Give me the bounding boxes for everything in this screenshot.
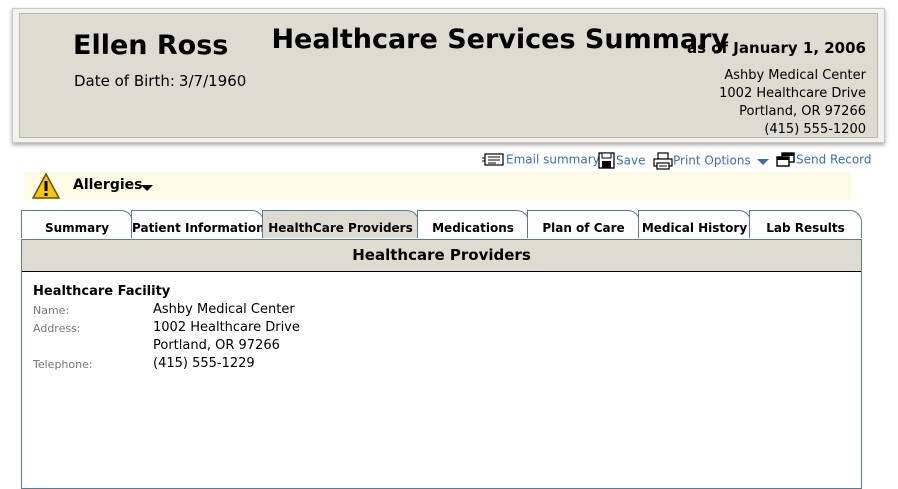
send-record-icon — [776, 152, 795, 167]
print-options-button[interactable]: Print Options — [653, 152, 771, 170]
header-card: Ellen Ross Date of Birth: 3/7/1960 Health… — [12, 8, 885, 143]
page-title: Healthcare Services Summary — [271, 24, 729, 55]
tab-medications[interactable]: Medications — [417, 210, 529, 238]
name-label: Name: — [33, 304, 70, 317]
send-record-label: Send Record — [796, 152, 872, 167]
section-title: Healthcare Facility — [33, 284, 171, 299]
tab-healthcare-providers[interactable]: HealthCare Providers — [262, 210, 419, 238]
date-of-birth: Date of Birth: 3/7/1960 — [74, 72, 246, 90]
print-options-label: Print Options — [673, 153, 751, 168]
save-label: Save — [616, 153, 646, 168]
facility-phone: (415) 555-1200 — [764, 122, 866, 137]
as-of-date: as of January 1, 2006 — [686, 39, 866, 57]
save-icon — [598, 152, 615, 169]
address-line2: Portland, OR 97266 — [153, 338, 280, 353]
chevron-down-icon — [756, 159, 769, 165]
panel-title: Healthcare Providers — [22, 240, 861, 272]
healthcare-providers-panel: Healthcare Providers Healthcare Facility… — [21, 239, 862, 489]
facility-name-value: Ashby Medical Center — [153, 302, 295, 317]
email-summary-button[interactable]: Email summary — [482, 152, 600, 168]
chevron-down-icon[interactable] — [140, 184, 154, 192]
tab-summary[interactable]: Summary — [21, 210, 133, 238]
facility-contact: Ashby Medical Center 1002 Healthcare Dri… — [719, 67, 866, 139]
email-icon — [482, 153, 504, 166]
dob-label: Date of Birth: — [74, 72, 175, 90]
tab-medical-history[interactable]: Medical History — [638, 210, 751, 238]
save-button[interactable]: Save — [598, 152, 645, 170]
telephone-label: Telephone: — [33, 358, 93, 371]
address-label: Address: — [33, 322, 81, 335]
header-panel: Ellen Ross Date of Birth: 3/7/1960 Health… — [19, 13, 878, 138]
allergies-bar: Allergies — [24, 172, 851, 200]
facility-address-line2: Portland, OR 97266 — [739, 104, 866, 119]
patient-name: Ellen Ross — [73, 30, 229, 61]
allergies-toggle[interactable]: Allergies — [73, 177, 142, 193]
tab-lab-results[interactable]: Lab Results — [749, 210, 862, 238]
telephone-value: (415) 555-1229 — [153, 356, 255, 371]
facility-name: Ashby Medical Center — [724, 68, 866, 83]
tab-patient-information[interactable]: Patient Information — [131, 210, 265, 238]
email-summary-label: Email summary — [506, 152, 600, 167]
printer-icon — [653, 152, 673, 170]
tab-plan-of-care[interactable]: Plan of Care — [527, 210, 640, 238]
dob-value: 3/7/1960 — [178, 72, 247, 90]
warning-icon — [32, 172, 60, 199]
facility-address-line1: 1002 Healthcare Drive — [719, 86, 866, 101]
tab-bar: Summary Patient Information HealthCare P… — [21, 210, 862, 240]
toolbar: Email summary Save Print Options Send Re… — [0, 150, 898, 172]
send-record-button[interactable]: Send Record — [776, 152, 872, 168]
address-line1: 1002 Healthcare Drive — [153, 320, 300, 335]
